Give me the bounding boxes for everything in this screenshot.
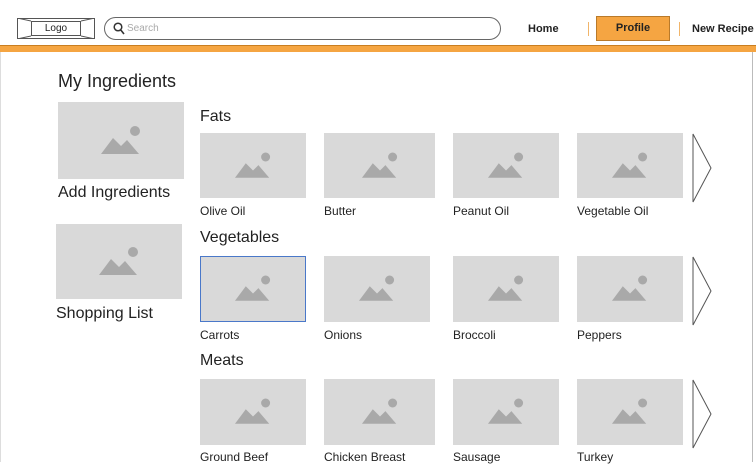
ingredient-card-image[interactable] xyxy=(577,133,683,198)
image-placeholder-icon xyxy=(488,275,524,301)
search-input[interactable] xyxy=(127,20,487,37)
image-placeholder-icon xyxy=(235,275,271,301)
nav-new-recipe-link[interactable]: New Recipe xyxy=(692,23,754,35)
header-accent-bar xyxy=(0,45,756,52)
image-placeholder-icon xyxy=(99,246,138,275)
ingredient-card-image[interactable] xyxy=(453,133,559,198)
category-heading-vegetables: Vegetables xyxy=(200,229,280,246)
logo-label: Logo xyxy=(31,21,81,36)
image-placeholder-icon xyxy=(235,398,271,424)
ingredient-label[interactable]: Olive Oil xyxy=(200,204,245,218)
nav-profile-button[interactable]: Profile xyxy=(596,16,670,41)
ingredient-label[interactable]: Peanut Oil xyxy=(453,204,509,218)
ingredient-card-image[interactable] xyxy=(577,256,683,322)
ingredient-label[interactable]: Butter xyxy=(324,204,356,218)
search-bar[interactable] xyxy=(104,17,501,40)
image-placeholder-icon xyxy=(488,398,524,424)
ingredient-card-image[interactable] xyxy=(577,379,683,445)
page-title: My Ingredients xyxy=(58,71,177,91)
image-placeholder-icon xyxy=(488,152,524,178)
next-arrow-icon[interactable] xyxy=(692,133,712,203)
shopping-list-image[interactable] xyxy=(56,224,182,299)
image-placeholder-icon xyxy=(612,152,648,178)
ingredient-label[interactable]: Peppers xyxy=(577,328,622,342)
nav-divider xyxy=(588,22,589,36)
top-bar: Logo Home Profile New Recipe xyxy=(0,0,756,45)
next-arrow-icon[interactable] xyxy=(692,256,712,326)
ingredient-label[interactable]: Broccoli xyxy=(453,328,496,342)
ingredient-card-image-selected[interactable] xyxy=(200,256,306,322)
ingredient-card-image[interactable] xyxy=(453,256,559,322)
logo[interactable]: Logo xyxy=(16,17,96,40)
ingredient-label[interactable]: Vegetable Oil xyxy=(577,204,648,218)
ingredient-label[interactable]: Onions xyxy=(324,328,362,342)
search-icon xyxy=(113,22,125,35)
category-heading-fats: Fats xyxy=(200,108,232,125)
image-placeholder-icon xyxy=(359,275,395,301)
add-ingredients-image[interactable] xyxy=(58,102,184,179)
ingredient-card-image[interactable] xyxy=(453,379,559,445)
image-placeholder-icon xyxy=(101,125,140,154)
nav-divider xyxy=(679,22,680,36)
ingredient-card-image[interactable] xyxy=(200,133,306,198)
ingredient-card-image[interactable] xyxy=(200,379,306,445)
ingredient-card-image[interactable] xyxy=(324,256,430,322)
frame-border xyxy=(752,52,753,462)
ingredient-card-image[interactable] xyxy=(324,379,435,445)
nav-home-link[interactable]: Home xyxy=(528,23,559,35)
ingredient-label[interactable]: Carrots xyxy=(200,328,239,342)
add-ingredients-label[interactable]: Add Ingredients xyxy=(58,184,170,202)
frame-border xyxy=(0,52,1,462)
image-placeholder-icon xyxy=(612,275,648,301)
shopping-list-label[interactable]: Shopping List xyxy=(56,305,153,323)
image-placeholder-icon xyxy=(361,398,397,424)
next-arrow-icon[interactable] xyxy=(692,379,712,449)
image-placeholder-icon xyxy=(612,398,648,424)
image-placeholder-icon xyxy=(361,152,397,178)
category-heading-meats: Meats xyxy=(200,352,244,369)
ingredient-card-image[interactable] xyxy=(324,133,435,198)
image-placeholder-icon xyxy=(235,152,271,178)
